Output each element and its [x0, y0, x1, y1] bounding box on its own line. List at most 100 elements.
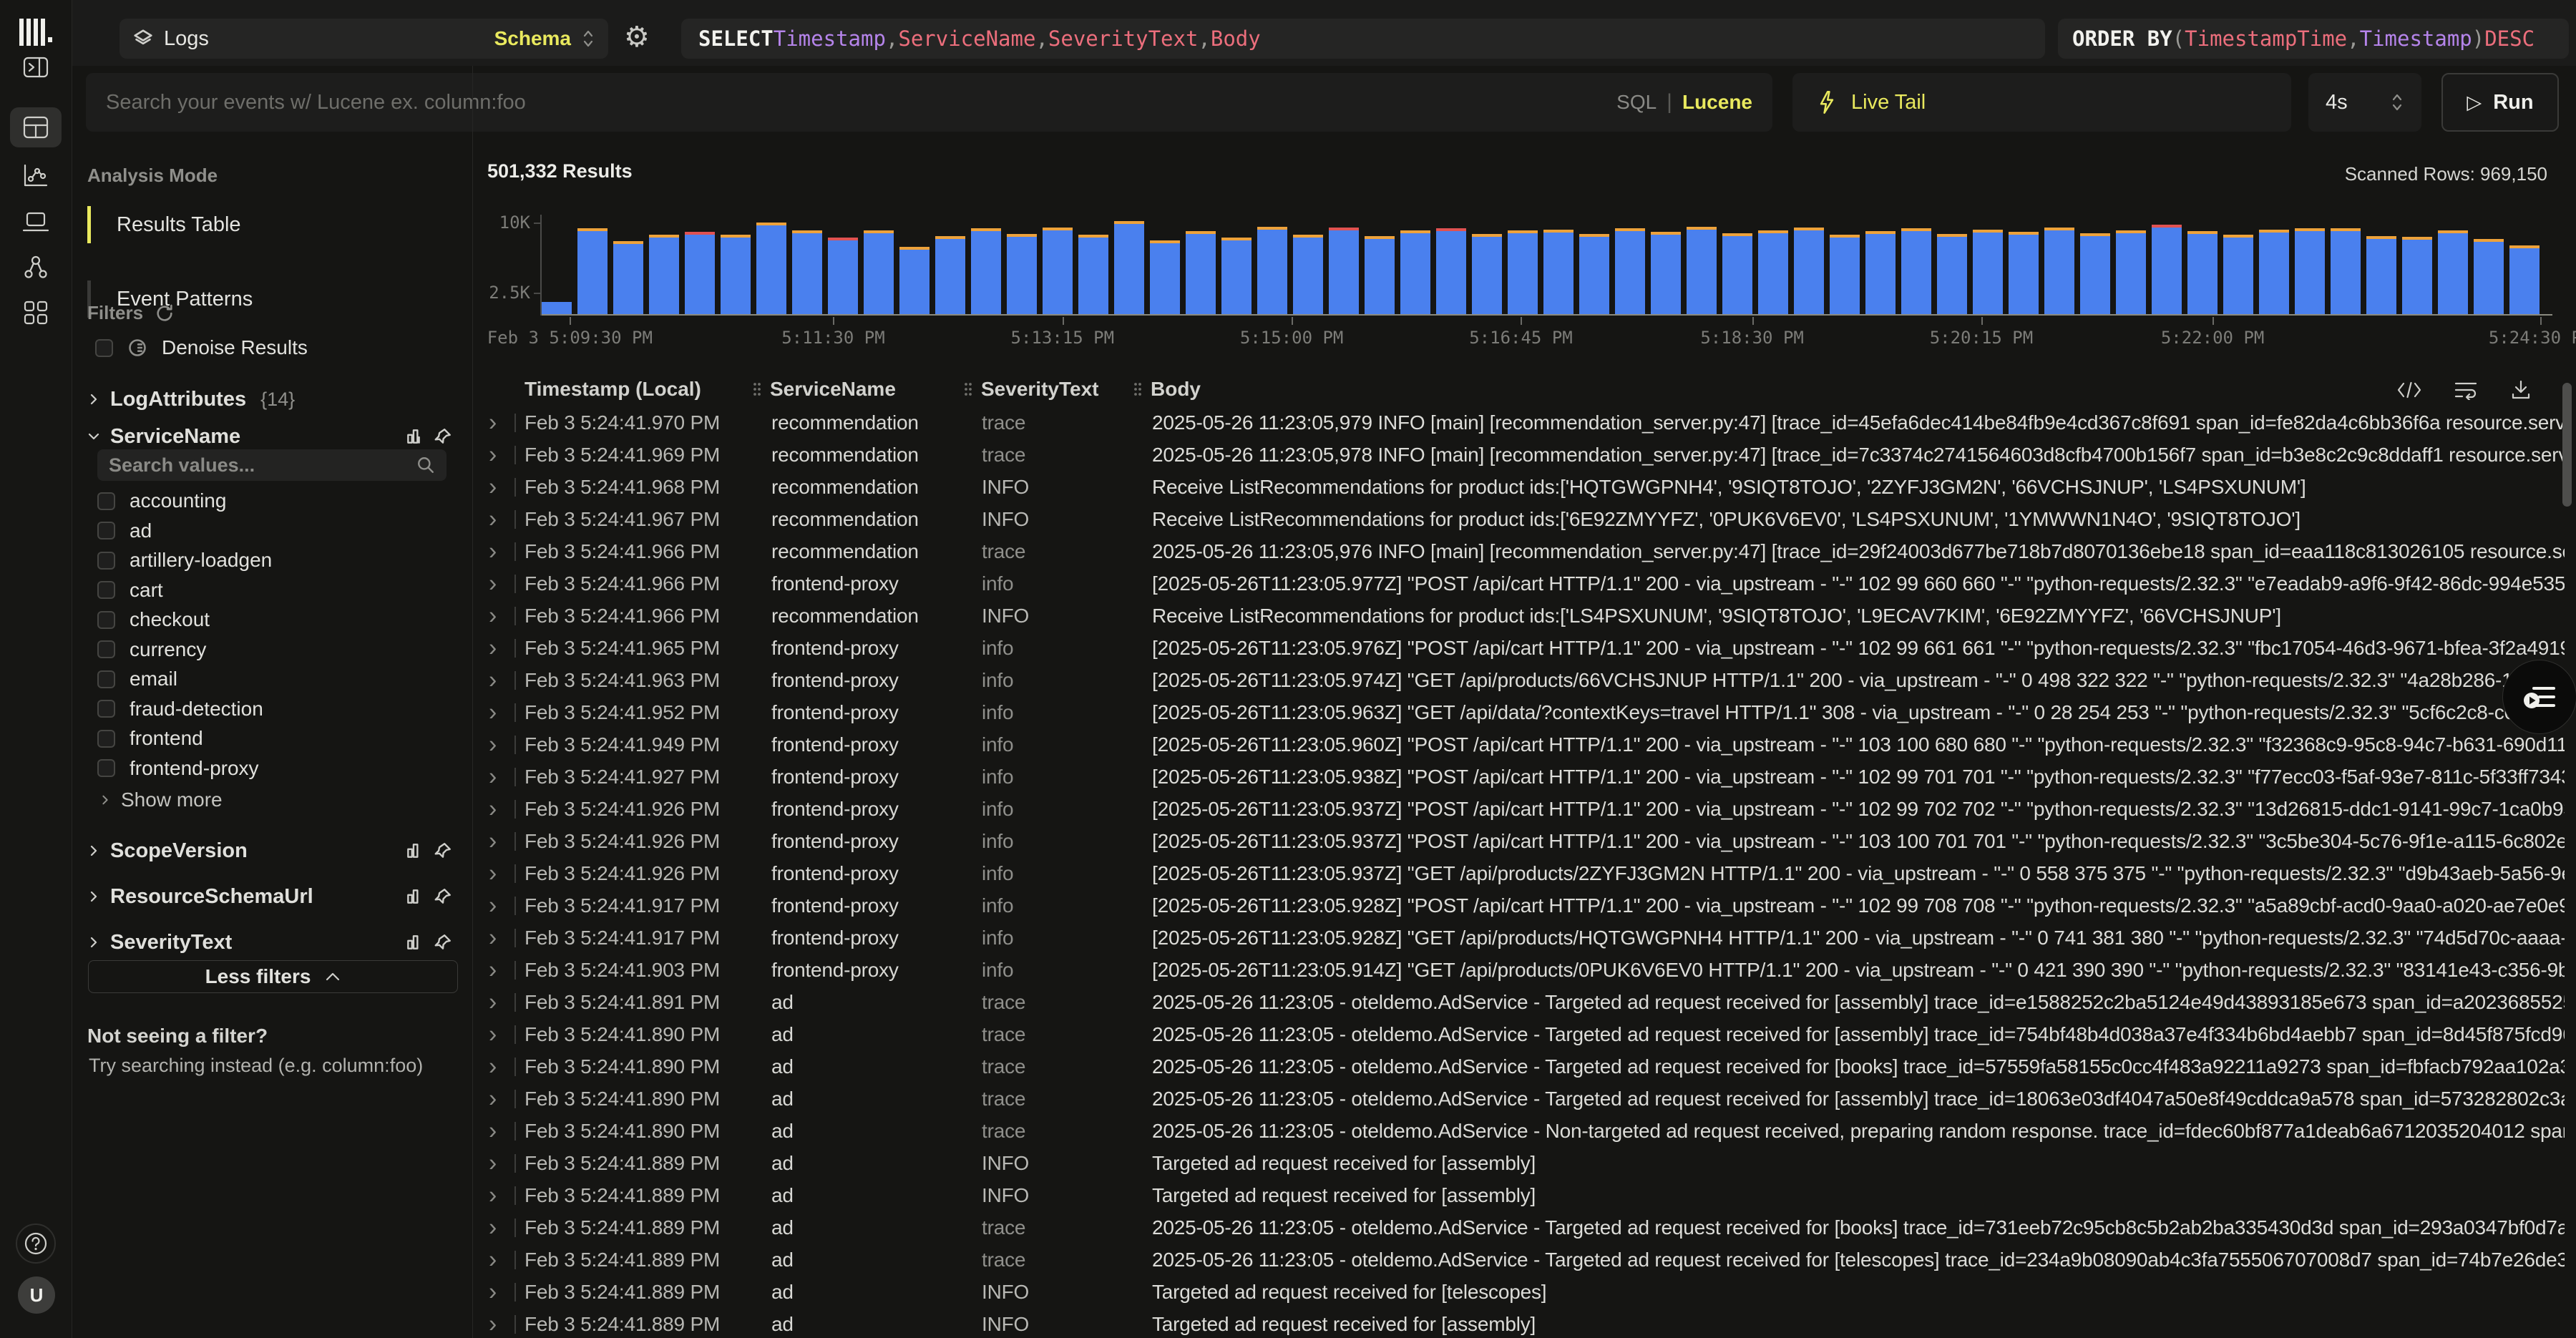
live-scroll-fab[interactable]	[2502, 660, 2576, 734]
gear-icon[interactable]: ⚙	[624, 17, 650, 57]
chart-bar[interactable]	[1758, 230, 1788, 314]
chart-bar[interactable]	[1293, 235, 1323, 314]
chart-bar[interactable]	[1508, 230, 1538, 314]
expand-row-icon[interactable]: ›	[489, 924, 497, 952]
expand-row-icon[interactable]: ›	[489, 1214, 497, 1241]
chart-bar[interactable]	[1221, 238, 1252, 314]
expand-row-icon[interactable]: ›	[489, 1181, 497, 1209]
log-row[interactable]: ›Feb 3 5:24:41.966 PMfrontend-proxyinfo[…	[473, 567, 2576, 600]
log-row[interactable]: ›Feb 3 5:24:41.917 PMfrontend-proxyinfo[…	[473, 922, 2576, 954]
expand-row-icon[interactable]: ›	[489, 473, 497, 501]
drag-handle-icon[interactable]	[962, 381, 974, 398]
column-header-body[interactable]: Body	[1132, 378, 1201, 401]
column-header-servicename[interactable]: ServiceName	[751, 378, 896, 401]
chart-bar[interactable]	[1114, 221, 1144, 314]
expand-row-icon[interactable]: ›	[489, 1085, 497, 1113]
chart-bar[interactable]	[756, 223, 786, 314]
log-row[interactable]: ›Feb 3 5:24:41.926 PMfrontend-proxyinfo[…	[473, 825, 2576, 857]
chart-bar[interactable]	[2080, 233, 2110, 314]
log-row[interactable]: ›Feb 3 5:24:41.927 PMfrontend-proxyinfo[…	[473, 761, 2576, 793]
expand-row-icon[interactable]: ›	[489, 1020, 497, 1048]
filter-value-search[interactable]	[97, 449, 447, 481]
source-selector[interactable]: Logs Schema	[119, 19, 608, 59]
filter-value-search-input[interactable]	[109, 454, 416, 477]
filter-value-checkout[interactable]: checkout	[97, 608, 210, 631]
filter-group-severitytext[interactable]: SeverityText	[87, 925, 452, 959]
log-row[interactable]: ›Feb 3 5:24:41.890 PMadtrace2025-05-26 1…	[473, 1050, 2576, 1083]
bar-chart-icon[interactable]	[405, 887, 424, 906]
log-row[interactable]: ›Feb 3 5:24:41.891 PMadtrace2025-05-26 1…	[473, 986, 2576, 1018]
checkbox[interactable]	[97, 670, 115, 688]
log-row[interactable]: ›Feb 3 5:24:41.889 PMadINFOTargeted ad r…	[473, 1308, 2576, 1338]
schema-mode-label[interactable]: Schema	[494, 27, 571, 50]
log-row[interactable]: ›Feb 3 5:24:41.889 PMadtrace2025-05-26 1…	[473, 1244, 2576, 1276]
pin-icon[interactable]	[434, 841, 452, 860]
expand-row-icon[interactable]: ›	[489, 763, 497, 791]
checkbox[interactable]	[97, 611, 115, 629]
chart-bar[interactable]	[2044, 228, 2074, 314]
expand-row-icon[interactable]: ›	[489, 634, 497, 662]
log-row[interactable]: ›Feb 3 5:24:41.890 PMadtrace2025-05-26 1…	[473, 1115, 2576, 1147]
chart-bar[interactable]	[1257, 227, 1287, 314]
results-histogram[interactable]: 10K2.5KFeb 3 5:09:30 PM5:11:30 PM5:13:15…	[473, 199, 2576, 349]
chart-bar[interactable]	[542, 302, 572, 314]
chart-bar[interactable]	[1579, 234, 1609, 314]
chart-bar[interactable]	[721, 235, 751, 314]
checkbox[interactable]	[97, 522, 115, 539]
lucene-toggle[interactable]: Lucene	[1682, 91, 1752, 114]
chart-bar[interactable]	[1365, 236, 1395, 314]
chart-bar[interactable]	[577, 228, 608, 314]
log-row[interactable]: ›Feb 3 5:24:41.963 PMfrontend-proxyinfo[…	[473, 664, 2576, 696]
log-row[interactable]: ›Feb 3 5:24:41.965 PMfrontend-proxyinfo[…	[473, 632, 2576, 664]
code-icon[interactable]	[2397, 380, 2421, 400]
log-row[interactable]: ›Feb 3 5:24:41.917 PMfrontend-proxyinfo[…	[473, 889, 2576, 922]
chart-bar[interactable]	[1400, 230, 1430, 314]
filter-group-resourceschemaurl[interactable]: ResourceSchemaUrl	[87, 879, 452, 914]
chart-bar[interactable]	[613, 241, 643, 314]
chart-bar[interactable]	[1043, 228, 1073, 314]
log-row[interactable]: ›Feb 3 5:24:41.903 PMfrontend-proxyinfo[…	[473, 954, 2576, 986]
filter-value-ad[interactable]: ad	[97, 519, 152, 542]
chart-bar[interactable]	[1150, 240, 1180, 314]
log-row[interactable]: ›Feb 3 5:24:41.890 PMadtrace2025-05-26 1…	[473, 1018, 2576, 1050]
chart-bar[interactable]	[1543, 230, 1574, 314]
chart-bar[interactable]	[1186, 231, 1216, 314]
refresh-interval-select[interactable]: 4s	[2308, 73, 2421, 132]
expand-row-icon[interactable]: ›	[489, 827, 497, 855]
bar-chart-icon[interactable]	[405, 841, 424, 860]
help-button[interactable]	[16, 1224, 56, 1264]
laptop-icon[interactable]	[22, 212, 49, 233]
log-row[interactable]: ›Feb 3 5:24:41.966 PMrecommendationtrace…	[473, 535, 2576, 567]
download-icon[interactable]	[2510, 379, 2532, 401]
chart-bar[interactable]	[1651, 232, 1681, 314]
filter-value-accounting[interactable]: accounting	[97, 489, 226, 512]
expand-row-icon[interactable]: ›	[489, 409, 497, 436]
expand-row-icon[interactable]: ›	[489, 1053, 497, 1080]
chart-bar[interactable]	[1901, 228, 1931, 314]
chart-bar[interactable]	[2187, 231, 2218, 314]
log-row[interactable]: ›Feb 3 5:24:41.926 PMfrontend-proxyinfo[…	[473, 857, 2576, 889]
search-table-nav-active[interactable]	[10, 107, 62, 147]
log-row[interactable]: ›Feb 3 5:24:41.890 PMadtrace2025-05-26 1…	[473, 1083, 2576, 1115]
checkbox[interactable]	[97, 700, 115, 718]
chart-bar[interactable]	[1937, 234, 1967, 314]
checkbox[interactable]	[97, 552, 115, 570]
expand-row-icon[interactable]: ›	[489, 795, 497, 823]
chart-bar[interactable]	[2402, 237, 2432, 314]
chart-bar[interactable]	[1615, 228, 1645, 314]
log-row[interactable]: ›Feb 3 5:24:41.970 PMrecommendationtrace…	[473, 406, 2576, 439]
filter-value-frontend[interactable]: frontend	[97, 727, 203, 750]
chart-bar[interactable]	[2223, 235, 2253, 314]
filter-value-fraud-detection[interactable]: fraud-detection	[97, 698, 263, 721]
run-button[interactable]: ▷ Run	[2441, 73, 2559, 132]
expand-row-icon[interactable]: ›	[489, 1117, 497, 1145]
chart-bar[interactable]	[1436, 228, 1466, 314]
filter-group-scopeversion[interactable]: ScopeVersion	[87, 834, 452, 868]
drag-handle-icon[interactable]	[1132, 381, 1143, 398]
chart-bar[interactable]	[2331, 228, 2361, 314]
chart-bar[interactable]	[899, 247, 930, 314]
log-row[interactable]: ›Feb 3 5:24:41.967 PMrecommendationINFOR…	[473, 503, 2576, 535]
expand-row-icon[interactable]: ›	[489, 956, 497, 984]
chart-bar[interactable]	[1722, 233, 1752, 314]
column-header-timestamp[interactable]: Timestamp (Local)	[525, 378, 701, 401]
